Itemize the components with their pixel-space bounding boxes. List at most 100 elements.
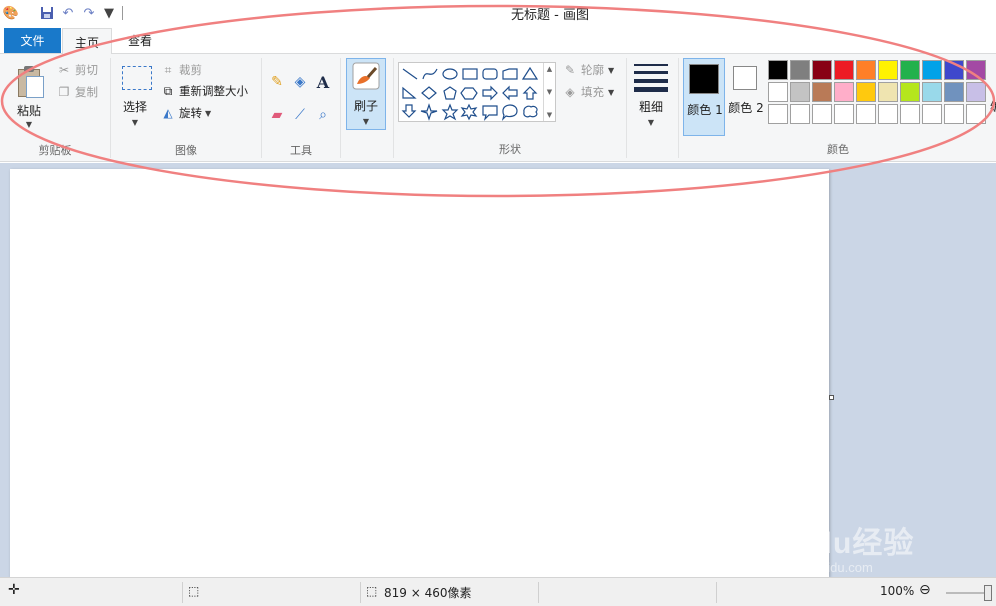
status-separator — [360, 582, 361, 603]
fill-bucket-icon[interactable]: ◈ — [289, 71, 311, 93]
title-bar: 🎨 ↶ ↷ ▼ 无标题 - 画图 — [0, 0, 996, 27]
palette-swatch[interactable] — [834, 60, 854, 80]
canvas-resize-handle[interactable] — [829, 395, 834, 400]
tab-file[interactable]: 文件 — [4, 28, 61, 53]
eraser-icon[interactable]: ▰ — [266, 104, 288, 126]
fill-label: 填充 — [581, 85, 604, 99]
status-separator — [538, 582, 539, 603]
palette-swatch[interactable] — [834, 104, 854, 124]
group-separator — [626, 58, 627, 158]
scroll-up-icon[interactable]: ▲ — [547, 65, 552, 73]
palette-swatch[interactable] — [856, 60, 876, 80]
scissors-icon: ✂ — [58, 63, 70, 77]
palette-swatch[interactable] — [812, 60, 832, 80]
palette-swatch[interactable] — [922, 104, 942, 124]
brushes-button[interactable]: 刷子 ▼ — [346, 58, 386, 130]
colors-group-label: 颜色 — [827, 143, 849, 156]
group-separator — [340, 58, 341, 158]
cursor-position-icon: ✛ — [8, 582, 20, 598]
ribbon: 粘贴 ▼ ✂ 剪切 ❐ 复制 剪贴板 图像 选择 ▼ ⌗ 裁剪 ⧉ 重新调整大小… — [0, 54, 996, 162]
palette-swatch[interactable] — [856, 82, 876, 102]
select-rectangle-icon — [122, 66, 152, 90]
palette-swatch[interactable] — [768, 104, 788, 124]
palette-swatch[interactable] — [900, 60, 920, 80]
rounded-rectangle-shape-icon — [482, 68, 498, 80]
paste-button[interactable]: 粘贴 ▼ — [6, 58, 52, 134]
five-point-star-shape-icon — [441, 103, 459, 121]
copy-label: 复制 — [75, 85, 98, 99]
rotate-button[interactable]: ◭ 旋转 ▼ — [160, 105, 211, 121]
curve-shape-icon — [422, 68, 438, 80]
palette-swatch[interactable] — [944, 104, 964, 124]
zoom-slider-thumb[interactable] — [984, 585, 992, 601]
tab-view[interactable]: 查看 — [118, 28, 162, 53]
four-point-star-shape-icon — [420, 103, 438, 121]
palette-swatch[interactable] — [768, 82, 788, 102]
scroll-down-icon[interactable]: ▼ — [547, 88, 552, 96]
pentagon-shape-icon — [443, 86, 457, 100]
paste-dropdown-icon: ▼ — [25, 120, 33, 129]
palette-swatch[interactable] — [812, 82, 832, 102]
color1-label: 颜色 1 — [687, 103, 723, 117]
copy-button[interactable]: ❐ 复制 — [56, 84, 98, 100]
rounded-callout-shape-icon — [482, 105, 498, 121]
crop-button[interactable]: ⌗ 裁剪 — [160, 62, 202, 78]
oval-callout-shape-icon — [501, 104, 518, 121]
palette-swatch[interactable] — [856, 104, 876, 124]
color-picker-icon[interactable]: ⟋ — [289, 104, 311, 126]
pencil-icon[interactable]: ✎ — [266, 71, 288, 93]
watermark-text: Baidu经验 — [764, 527, 915, 560]
palette-swatch[interactable] — [900, 82, 920, 102]
shapes-group-label: 形状 — [499, 143, 521, 156]
palette-swatch[interactable] — [790, 60, 810, 80]
shapes-gallery[interactable] — [398, 62, 556, 122]
line-shape-icon — [402, 68, 418, 80]
color2-label[interactable]: 颜色 2 — [726, 99, 766, 116]
text-tool-icon[interactable]: A — [312, 71, 334, 93]
palette-swatch[interactable] — [922, 60, 942, 80]
cloud-callout-shape-icon — [523, 105, 538, 118]
cut-button[interactable]: ✂ 剪切 — [56, 62, 98, 78]
gallery-expand-icon[interactable]: ▼ — [547, 111, 552, 119]
outline-button[interactable]: ✎ 轮廓 ▼ — [562, 62, 614, 78]
palette-swatch[interactable] — [768, 60, 788, 80]
cut-label: 剪切 — [75, 63, 98, 77]
palette-swatch[interactable] — [812, 104, 832, 124]
edit-colors-label[interactable]: 编 — [990, 98, 996, 115]
rotate-label: 旋转 — [179, 106, 202, 120]
palette-swatch[interactable] — [878, 60, 898, 80]
drawing-canvas[interactable] — [10, 169, 829, 577]
palette-swatch[interactable] — [834, 82, 854, 102]
palette-swatch[interactable] — [878, 104, 898, 124]
palette-swatch[interactable] — [922, 82, 942, 102]
palette-swatch[interactable] — [966, 82, 986, 102]
palette-swatch[interactable] — [900, 104, 920, 124]
zoom-out-icon[interactable]: ⊖ — [919, 582, 931, 598]
shapes-gallery-scroll[interactable]: ▲ ▼ ▼ — [543, 63, 555, 121]
size-dropdown-icon: ▼ — [647, 118, 655, 127]
rotate-dropdown-icon: ▼ — [205, 108, 212, 118]
size-button[interactable]: 粗细 ▼ — [628, 58, 674, 134]
zoom-level: 100% — [880, 584, 915, 598]
group-separator — [678, 58, 679, 158]
palette-swatch[interactable] — [878, 82, 898, 102]
status-separator — [716, 582, 717, 603]
brush-icon — [352, 62, 380, 90]
color2-swatch[interactable] — [733, 66, 757, 90]
magnifier-icon[interactable]: ⌕ — [312, 104, 334, 126]
crop-icon: ⌗ — [164, 62, 172, 77]
palette-swatch[interactable] — [966, 104, 986, 124]
palette-swatch[interactable] — [966, 60, 986, 80]
palette-swatch[interactable] — [944, 60, 964, 80]
polygon-shape-icon — [502, 68, 518, 80]
palette-swatch[interactable] — [790, 104, 810, 124]
palette-swatch[interactable] — [944, 82, 964, 102]
fill-button[interactable]: ◈ 填充 ▼ — [562, 84, 614, 100]
oval-shape-icon — [442, 68, 458, 80]
tab-home[interactable]: 主页 — [62, 28, 112, 55]
resize-button[interactable]: ⧉ 重新调整大小 — [160, 83, 248, 99]
image-group-label: 图像 — [175, 144, 197, 157]
selection-size-icon: ⬚ — [188, 584, 200, 598]
color1-button[interactable]: 颜色 1 — [683, 58, 725, 136]
palette-swatch[interactable] — [790, 82, 810, 102]
